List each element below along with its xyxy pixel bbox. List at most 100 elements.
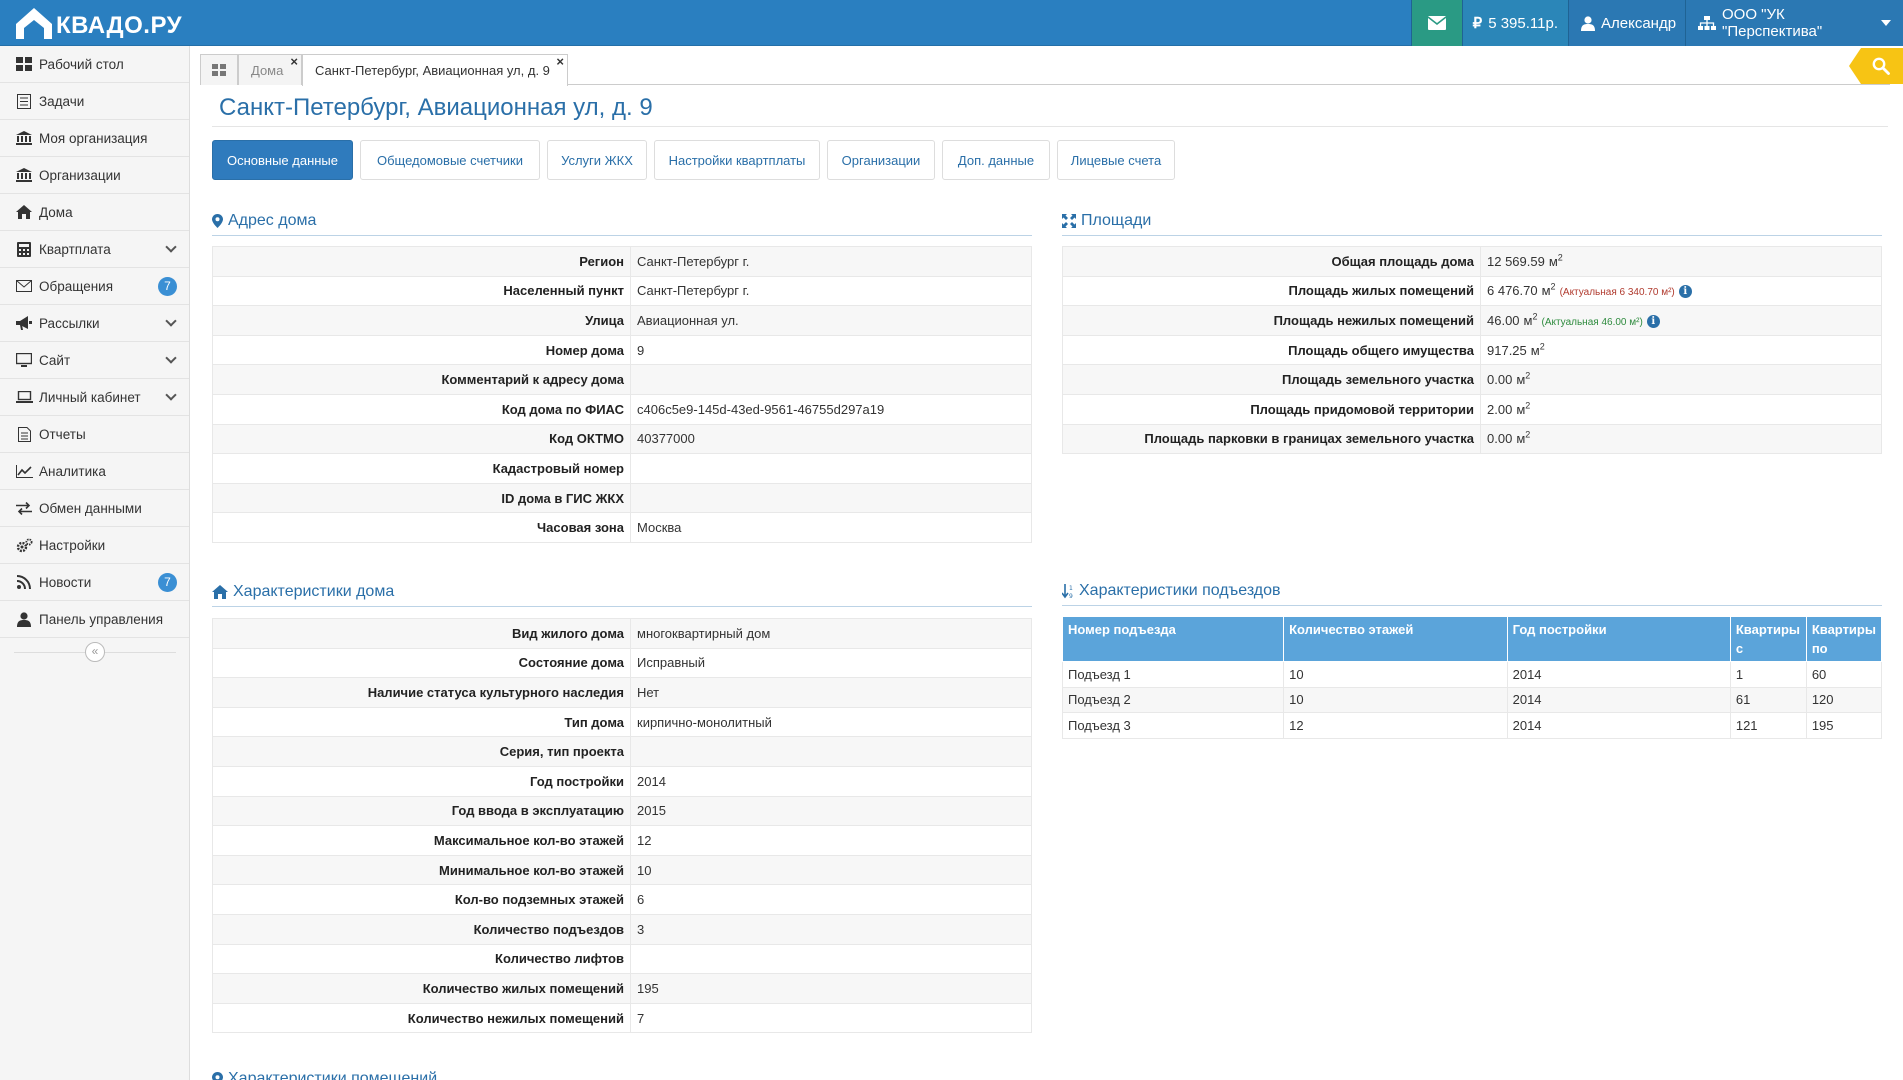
field-label: Комментарий к адресу дома xyxy=(212,364,631,395)
tab-main-data[interactable]: Основные данные xyxy=(212,140,353,180)
sidebar-item-3[interactable]: Организации xyxy=(0,157,189,194)
close-icon[interactable]: × xyxy=(556,55,564,68)
home-icon xyxy=(212,585,228,599)
field-label: Площадь жилых помещений xyxy=(1062,275,1481,307)
table-row: Населенный пункт Санкт-Петербург г. xyxy=(212,275,1032,307)
sidebar-item-9[interactable]: Личный кабинет xyxy=(0,379,189,416)
areas-title: Площади xyxy=(1081,212,1152,229)
house-title: Характеристики дома xyxy=(233,583,395,600)
table-cell: 120 xyxy=(1805,686,1883,713)
unit-superscript: 2 xyxy=(1550,282,1556,293)
tab-grid[interactable] xyxy=(200,54,238,85)
field-label: Количество жилых помещений xyxy=(212,973,631,1004)
column-header[interactable]: Год постройки xyxy=(1506,616,1731,662)
chevron-down-icon[interactable] xyxy=(165,241,177,253)
field-label: ID дома в ГИС ЖКХ xyxy=(212,482,631,514)
sidebar-item-label: Организации xyxy=(39,167,121,183)
table-row: Кадастровый номер xyxy=(212,453,1032,484)
sidebar-item-1[interactable]: Задачи xyxy=(0,83,189,120)
area-value: 46.00 xyxy=(1487,312,1520,328)
rss-icon xyxy=(14,573,34,591)
column-header[interactable]: Номер подъезда xyxy=(1061,616,1285,662)
table-row: Код ОКТМО 40377000 xyxy=(212,423,1032,455)
field-label: Площадь общего имущества xyxy=(1062,334,1481,366)
collapse-sidebar-button[interactable]: « xyxy=(85,642,105,662)
tab-organizations[interactable]: Организации xyxy=(827,140,935,180)
table-row[interactable]: Подъезд 1 10 2014 1 60 xyxy=(1061,661,1883,688)
field-label: Максимальное кол-во этажей xyxy=(212,825,631,856)
sidebar-item-label: Сайт xyxy=(39,352,71,368)
user-icon xyxy=(14,610,34,628)
field-value: 2015 xyxy=(630,795,1032,827)
field-label: Количество лифтов xyxy=(212,943,631,975)
table-row: Площадь нежилых помещений 46.00 м2(Актуаль… xyxy=(1062,305,1882,336)
tab-houses[interactable]: Дома × xyxy=(238,54,302,85)
logo[interactable]: КВАДО.РУ xyxy=(14,6,182,40)
sidebar-item-label: Личный кабинет xyxy=(39,389,141,405)
table-row: Общая площадь дома 12 569.59 м2 xyxy=(1062,246,1882,277)
expand-arrows-icon xyxy=(1062,214,1076,228)
sidebar-item-10[interactable]: Отчеты xyxy=(0,416,189,453)
table-cell: Подъезд 2 xyxy=(1061,686,1285,713)
house-section-title: Характеристики дома xyxy=(212,583,394,601)
field-value: 0.00 м2 xyxy=(1480,423,1882,455)
envelope-icon xyxy=(14,277,34,295)
tab-house-details[interactable]: Санкт-Петербург, Авиационная ул, д. 9 × xyxy=(302,54,568,86)
sort-numeric-icon: 19 xyxy=(1062,583,1074,599)
sidebar-item-8[interactable]: Сайт xyxy=(0,342,189,379)
close-icon[interactable]: × xyxy=(290,55,298,68)
field-value: Москва xyxy=(630,512,1032,543)
sidebar-item-15[interactable]: Панель управления xyxy=(0,601,189,638)
sidebar-item-5[interactable]: Квартплата xyxy=(0,231,189,268)
field-value xyxy=(630,943,1032,975)
unit-superscript: 2 xyxy=(1539,341,1545,352)
user-menu[interactable]: Александр xyxy=(1568,0,1699,46)
desktop-grid-icon xyxy=(14,55,34,73)
tab-common-meters[interactable]: Общедомовые счетчики xyxy=(360,140,540,180)
user-name: Александр xyxy=(1601,14,1677,32)
tab-rent-settings[interactable]: Настройки квартплаты xyxy=(654,140,820,180)
sidebar-item-6[interactable]: Обращения 7 xyxy=(0,268,189,305)
field-value: Нет xyxy=(630,677,1032,708)
sidebar-item-11[interactable]: Аналитика xyxy=(0,453,189,490)
chevron-down-icon[interactable] xyxy=(165,352,177,364)
messages-button[interactable] xyxy=(1410,0,1462,46)
sidebar-item-0[interactable]: Рабочий стол xyxy=(0,46,189,83)
column-header[interactable]: Количество этажей xyxy=(1283,616,1508,662)
sidebar-item-7[interactable]: Рассылки xyxy=(0,305,189,342)
table-cell: Подъезд 3 xyxy=(1061,712,1285,739)
sidebar-item-4[interactable]: Дома xyxy=(0,194,189,231)
field-label: Вид жилого дома xyxy=(212,618,631,649)
field-value: c406c5e9-145d-43ed-9561-46755d297a19 xyxy=(630,393,1032,425)
balance-button[interactable]: ₽ 5 395.11р. xyxy=(1461,0,1568,46)
field-value: многоквартирный дом xyxy=(630,618,1032,649)
table-row: Количество подъездов 3 xyxy=(212,913,1032,945)
field-value: 12 xyxy=(630,825,1032,856)
field-label: Состояние дома xyxy=(212,647,631,679)
chevron-down-icon[interactable] xyxy=(165,315,177,327)
organization-name: ООО "УК "Перспектива" xyxy=(1722,6,1823,40)
field-label: Минимальное кол-во этажей xyxy=(212,854,631,886)
info-icon[interactable]: i xyxy=(1646,315,1660,329)
column-header[interactable]: Квартиры по xyxy=(1805,616,1883,662)
sidebar-item-13[interactable]: Настройки xyxy=(0,527,189,564)
table-row[interactable]: Подъезд 3 12 2014 121 195 xyxy=(1061,712,1883,739)
field-value: Исправный xyxy=(630,647,1032,679)
table-row[interactable]: Подъезд 2 10 2014 61 120 xyxy=(1061,686,1883,713)
unit-label: м xyxy=(1530,342,1540,358)
tab-personal-accounts[interactable]: Лицевые счета xyxy=(1057,140,1175,180)
chevron-down-icon[interactable] xyxy=(165,389,177,401)
sidebar-item-12[interactable]: Обмен данными xyxy=(0,490,189,527)
organization-menu[interactable]: ООО "УК "Перспектива" xyxy=(1685,0,1903,46)
sidebar-item-2[interactable]: Моя организация xyxy=(0,120,189,157)
tab-utility-services[interactable]: Услуги ЖКХ xyxy=(547,140,647,180)
table-row: Площадь парковки в границах земельного у… xyxy=(1062,423,1882,455)
table-row: Серия, тип проекта xyxy=(212,736,1032,767)
sidebar-item-label: Настройки xyxy=(39,537,106,553)
tab-additional-data[interactable]: Доп. данные xyxy=(942,140,1050,180)
field-label: Кол-во подземных этажей xyxy=(212,884,631,915)
sidebar-item-14[interactable]: Новости 7 xyxy=(0,564,189,601)
column-header[interactable]: Квартиры с xyxy=(1729,616,1807,662)
field-label: Кадастровый номер xyxy=(212,453,631,484)
info-icon[interactable]: i xyxy=(1678,285,1692,299)
